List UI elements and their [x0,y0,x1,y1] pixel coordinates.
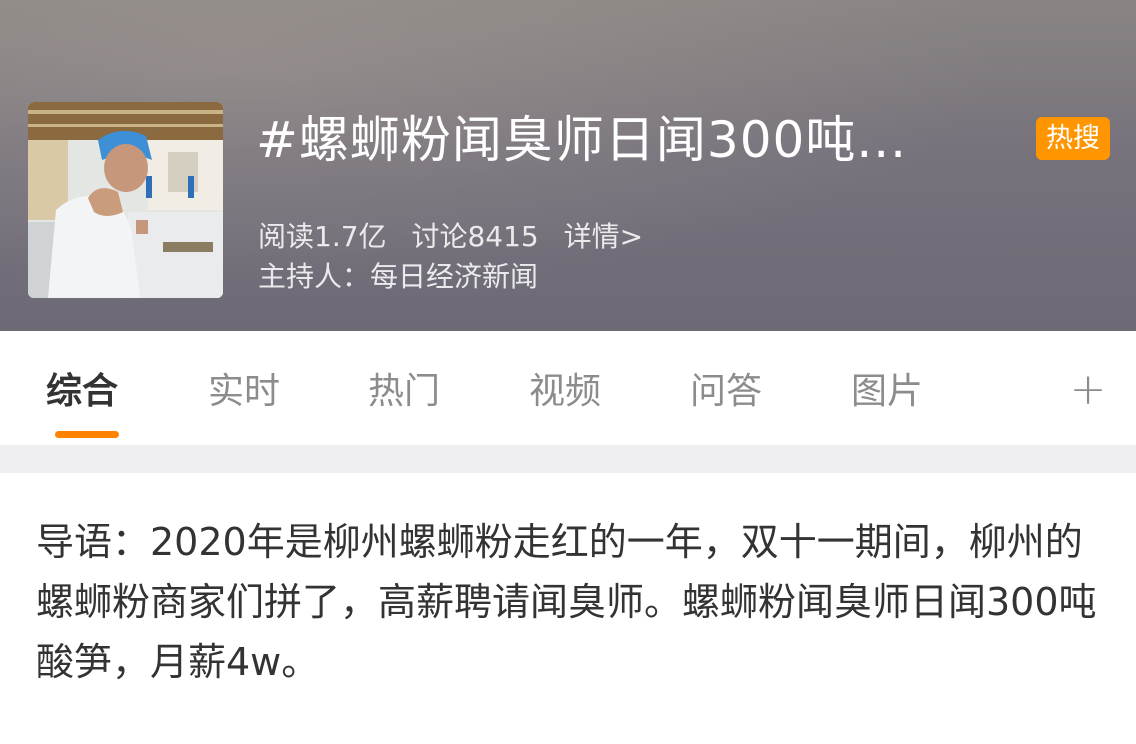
section-divider [0,445,1136,473]
active-tab-indicator [55,431,119,438]
topic-host[interactable]: 主持人：每日经济新闻 [258,258,538,296]
factory-worker-photo [28,102,223,298]
tab-images[interactable]: 图片 [851,367,923,417]
read-count: 阅读1.7亿 [258,220,387,253]
topic-title: #螺蛳粉闻臭师日闻300吨... [256,111,908,169]
topic-intro-text: 导语：2020年是柳州螺蛳粉走红的一年，双十一期间，柳州的螺蛳粉商家们拼了，高薪… [36,520,1097,684]
tab-bar: 综合 实时 热门 视频 问答 图片 + [0,331,1136,445]
tab-comprehensive[interactable]: 综合 [46,367,118,417]
topic-stats: 阅读1.7亿 讨论8415 详情> [258,218,659,256]
details-link[interactable]: 详情> [564,220,643,253]
tab-qa[interactable]: 问答 [690,367,762,417]
tab-hot[interactable]: 热门 [368,367,440,417]
tab-realtime[interactable]: 实时 [208,367,280,417]
plus-icon[interactable]: + [1068,365,1108,415]
topic-header: #螺蛳粉闻臭师日闻300吨... 热搜 阅读1.7亿 讨论8415 详情> 主持… [0,0,1136,331]
discussion-count: 讨论8415 [411,220,539,253]
tab-video[interactable]: 视频 [529,367,601,417]
hot-search-badge: 热搜 [1036,117,1110,160]
topic-thumbnail-image[interactable] [28,102,223,298]
